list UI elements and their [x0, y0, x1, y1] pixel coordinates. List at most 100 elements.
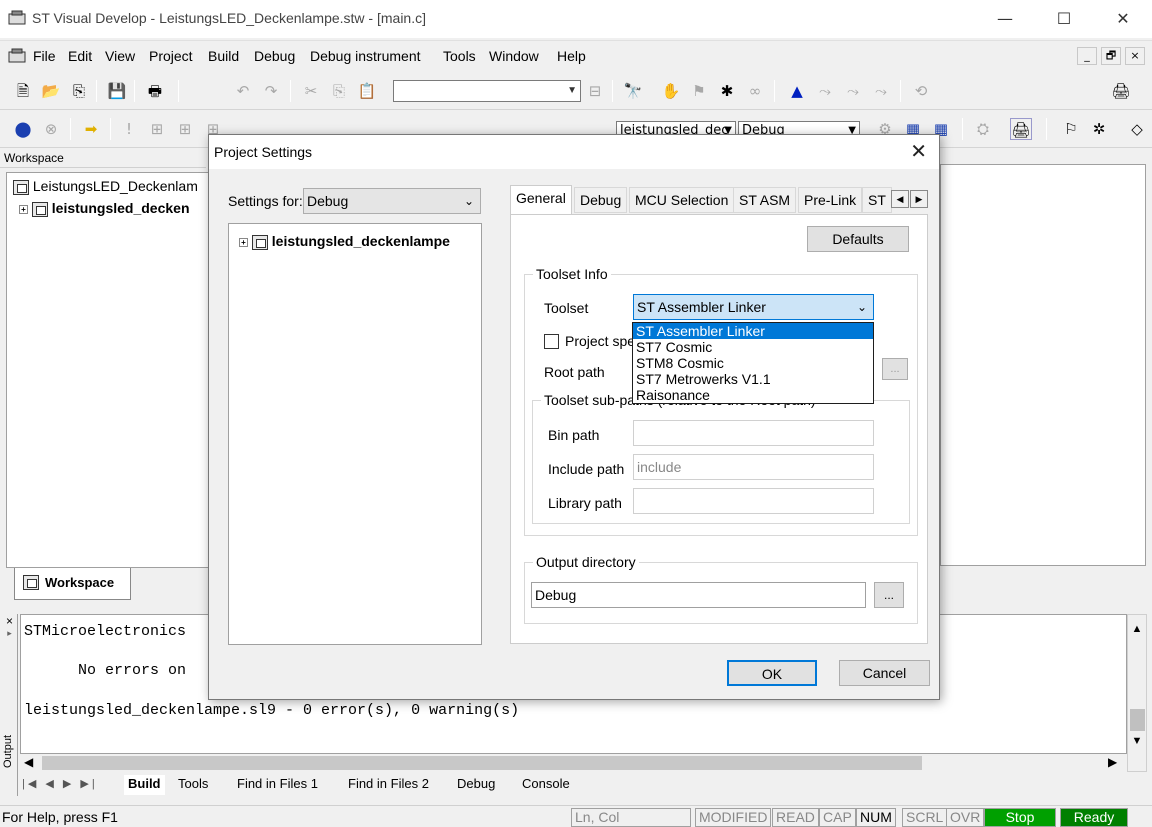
output-vertical-scrollbar[interactable]: ▲ ▼ [1127, 614, 1147, 772]
toolset-select[interactable]: ST Assembler Linker ⌄ [633, 294, 874, 320]
app-menu-icon[interactable] [8, 47, 26, 63]
tab-st-asm[interactable]: ST ASM [733, 187, 797, 213]
library-path-field[interactable] [633, 488, 874, 514]
cancel-button[interactable]: Cancel [839, 660, 930, 686]
print-icon[interactable]: 🖶 [144, 80, 166, 102]
scroll-down-icon[interactable]: ▼ [1128, 735, 1146, 747]
menu-help[interactable]: Help [557, 48, 586, 64]
toolset-option[interactable]: STM8 Cosmic [633, 355, 873, 371]
extra-tool-icon[interactable]: 🖨 [1110, 80, 1132, 102]
expand-icon[interactable]: + [239, 237, 248, 247]
output-tab-debug[interactable]: Debug [457, 775, 495, 795]
tree-project-node[interactable]: + leistungsled_deckenlampe [239, 233, 450, 250]
project-specific-checkbox[interactable] [544, 334, 559, 349]
output-close-icon[interactable]: × [2, 614, 17, 628]
redo-icon[interactable]: ↷ [260, 80, 282, 102]
bookmark-icon[interactable]: ⚑ [688, 80, 710, 102]
stop-debug-icon[interactable]: ⊗ [40, 118, 62, 140]
scroll-right-icon[interactable]: ▶ [1108, 755, 1117, 769]
close-icon[interactable]: ✕ [910, 139, 927, 163]
bug-icon[interactable]: ✲ [1088, 118, 1110, 140]
tab-debug[interactable]: Debug [574, 187, 628, 213]
output-horizontal-scrollbar[interactable]: ◀ ▶ [20, 754, 1127, 772]
build-icon[interactable]: ⊞ [174, 118, 196, 140]
output-tab-tools[interactable]: Tools [178, 775, 208, 795]
undo-icon[interactable]: ↶ [232, 80, 254, 102]
scroll-thumb[interactable] [1130, 709, 1145, 731]
tab-pre-link[interactable]: Pre-Link [798, 187, 863, 213]
next-mark-icon[interactable]: ⤳ [814, 80, 836, 102]
menu-window[interactable]: Window [489, 48, 539, 64]
arrow-right-icon[interactable]: ➡ [80, 118, 102, 140]
tab-st[interactable]: ST [862, 187, 892, 213]
menu-build[interactable]: Build [208, 48, 239, 64]
toolset-option[interactable]: ST7 Metrowerks V1.1 [633, 371, 873, 387]
output-tab-nav[interactable]: |◀ ◀ ▶ ▶| [22, 775, 116, 795]
menu-file[interactable]: File [33, 48, 56, 64]
output-tab-build[interactable]: Build [124, 775, 165, 795]
refresh-icon[interactable]: ⟲ [910, 80, 932, 102]
ok-button[interactable]: OK [727, 660, 817, 686]
binoculars-icon[interactable]: 🔭 [622, 80, 644, 102]
scroll-left-icon[interactable]: ◀ [24, 755, 33, 769]
menu-view[interactable]: View [105, 48, 135, 64]
save-icon[interactable]: 💾 [106, 80, 128, 102]
bin-path-field[interactable] [633, 420, 874, 446]
close-button[interactable]: ✕ [1100, 4, 1146, 34]
menu-debug[interactable]: Debug [254, 48, 295, 64]
hand-icon[interactable]: ✋ [660, 80, 682, 102]
defaults-button[interactable]: Defaults [807, 226, 909, 252]
toolset-option[interactable]: ST7 Cosmic [633, 339, 873, 355]
prev-mark-icon[interactable]: ⤳ [842, 80, 864, 102]
scroll-up-icon[interactable]: ▲ [1128, 623, 1146, 635]
root-path-browse-button[interactable]: ... [882, 358, 908, 380]
new-file-icon[interactable]: 🗎 [12, 80, 34, 102]
output-directory-browse-button[interactable]: ... [874, 582, 904, 608]
glasses-icon[interactable]: ∞ [744, 80, 766, 102]
exclamation-icon[interactable]: ! [118, 118, 140, 140]
tab-general[interactable]: General [510, 185, 572, 215]
clear-marks-icon[interactable]: ⤳ [870, 80, 892, 102]
open-project-icon[interactable]: ⎘ [68, 80, 90, 102]
menu-project[interactable]: Project [149, 48, 193, 64]
tab-mcu-selection[interactable]: MCU Selection [629, 187, 735, 213]
output-tab-console[interactable]: Console [522, 775, 570, 795]
mdi-restore-button[interactable]: 🗗 [1101, 47, 1121, 65]
flag-icon[interactable]: ⚐ [1060, 118, 1082, 140]
toolset-option[interactable]: ST Assembler Linker [633, 323, 873, 339]
cut-icon[interactable]: ✂ [300, 80, 322, 102]
maximize-button[interactable]: ☐ [1041, 4, 1087, 34]
expand-icon[interactable]: + [19, 204, 28, 214]
include-path-field[interactable]: include [633, 454, 874, 480]
mdi-close-button[interactable]: × [1125, 47, 1145, 65]
eraser-icon[interactable]: ◇ [1126, 118, 1148, 140]
output-directory-field[interactable]: Debug [531, 582, 866, 608]
menu-edit[interactable]: Edit [68, 48, 92, 64]
output-tab-find1[interactable]: Find in Files 1 [237, 775, 318, 795]
compile-icon[interactable]: ⊞ [146, 118, 168, 140]
output-tab-find2[interactable]: Find in Files 2 [348, 775, 429, 795]
mdi-minimize-button[interactable]: _ [1077, 47, 1097, 65]
copy-icon[interactable]: ⎘ [328, 80, 350, 102]
find-in-files-icon[interactable]: ⊟ [584, 80, 606, 102]
toolset-option[interactable]: Raisonance [633, 387, 873, 403]
paste-icon[interactable]: 📋 [356, 80, 378, 102]
output-pin-icon[interactable]: ▸ [2, 628, 17, 639]
tree-project[interactable]: + leistungsled_decken [19, 200, 190, 217]
programmer-icon[interactable]: ⛭ [972, 118, 994, 140]
settings-for-select[interactable]: Debug ⌄ [303, 188, 481, 214]
find-combo[interactable]: ▼ [393, 80, 581, 102]
minimize-button[interactable]: — [982, 4, 1028, 34]
tab-scroll-left-icon[interactable]: ◀ [891, 190, 909, 208]
open-folder-icon[interactable]: 📂 [40, 80, 62, 102]
marker-icon[interactable]: ▲ [786, 80, 808, 102]
tab-scroll-right-icon[interactable]: ▶ [910, 190, 928, 208]
menu-debug-instrument[interactable]: Debug instrument [310, 48, 421, 64]
debug-start-icon[interactable]: ⬤ [12, 118, 34, 140]
workspace-tab[interactable]: Workspace [14, 568, 131, 600]
tool-icon[interactable]: 🖨 [1010, 118, 1032, 140]
toggle-bookmark-icon[interactable]: ✱ [716, 80, 738, 102]
menu-tools[interactable]: Tools [443, 48, 476, 64]
tree-root[interactable]: LeistungsLED_Deckenlam [13, 178, 198, 195]
hscroll-thumb[interactable] [42, 756, 922, 770]
